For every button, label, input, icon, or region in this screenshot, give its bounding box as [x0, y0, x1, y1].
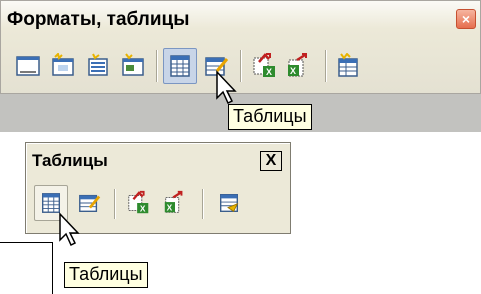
insert-excel-icon: X [253, 53, 275, 77]
insert-excel-button[interactable]: X [122, 185, 156, 221]
close-button[interactable]: × [456, 9, 476, 29]
excel-link-button[interactable]: X [282, 48, 316, 84]
toolbar-title: Форматы, таблицы [7, 9, 190, 30]
table-autoformat-icon [220, 194, 239, 212]
small-toolbar-title: Таблицы [32, 151, 108, 170]
tooltip-tables: Таблицы [228, 104, 312, 130]
close-icon: X [265, 152, 277, 169]
format-list-button[interactable] [81, 48, 115, 84]
excel-link-icon: X [164, 190, 183, 213]
format-frame-button[interactable] [116, 48, 150, 84]
toolbar-separator [114, 189, 115, 219]
tooltip-tables-small: Таблицы [64, 262, 148, 288]
wizard-table-icon [338, 53, 358, 77]
connector-line [52, 242, 53, 294]
mouse-pointer-icon [216, 70, 237, 105]
insert-excel-icon: X [128, 190, 149, 213]
format-frame-icon [122, 53, 144, 76]
connector-line [0, 242, 52, 243]
tables-button[interactable] [163, 48, 197, 84]
toolbar-separator [325, 50, 326, 82]
toolbar-buttons-row: X X [1, 46, 481, 86]
toolbar-separator [202, 189, 203, 219]
svg-text:X: X [167, 202, 173, 212]
excel-link-icon: X [288, 53, 307, 77]
format-page-icon [16, 56, 40, 76]
format-list-icon [88, 53, 108, 76]
new-style-button[interactable] [46, 48, 80, 84]
excel-link-button[interactable]: X [158, 185, 192, 221]
close-icon: × [461, 11, 471, 27]
wizard-table-button[interactable] [331, 48, 365, 84]
new-style-icon [52, 53, 74, 76]
tables-icon [170, 55, 190, 77]
table-autoformat-button[interactable] [212, 185, 246, 221]
svg-text:X: X [140, 203, 146, 213]
svg-text:X: X [266, 67, 272, 77]
svg-text:X: X [290, 66, 296, 76]
format-page-button[interactable] [11, 48, 45, 84]
toolbar-separator [156, 50, 157, 82]
mouse-pointer-icon [59, 212, 80, 247]
small-close-button[interactable]: X [260, 151, 282, 171]
insert-excel-button[interactable]: X [248, 48, 282, 84]
